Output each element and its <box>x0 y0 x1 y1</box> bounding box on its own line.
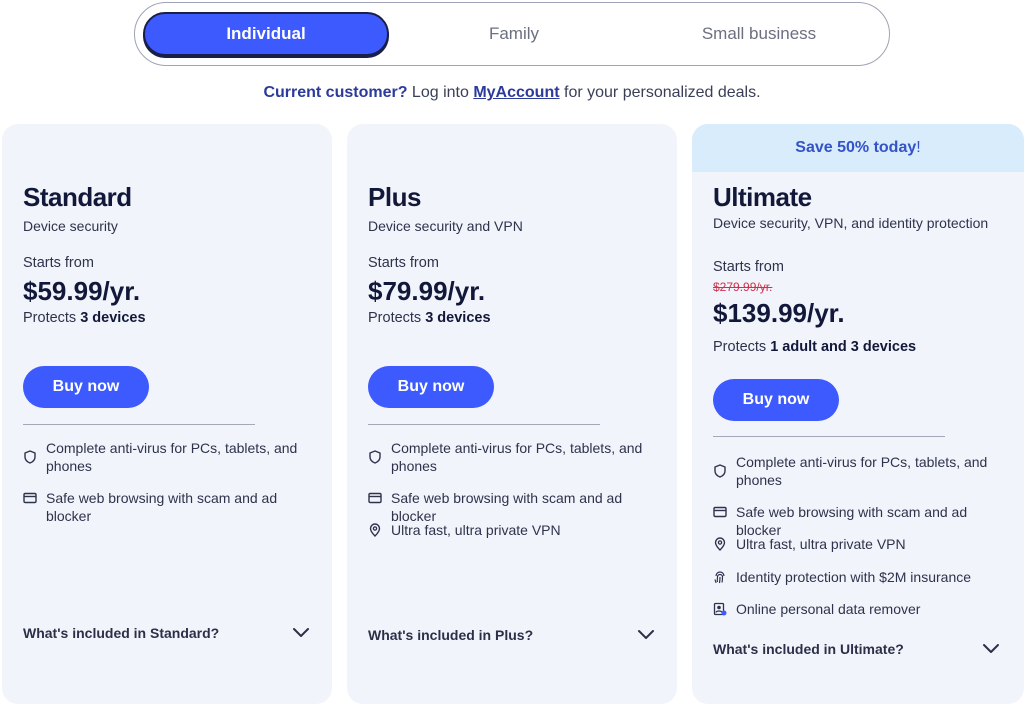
fingerprint-icon <box>714 571 725 584</box>
feature-antivirus: Complete anti-virus for PCs, tablets, an… <box>391 440 643 474</box>
customer-notice: Current customer? Log into MyAccount for… <box>0 84 1024 102</box>
location-pin-icon <box>714 537 726 551</box>
feature-vpn: Ultra fast, ultra private VPN <box>391 522 561 538</box>
shield-icon <box>24 450 36 464</box>
promo-banner: Save 50% today! <box>692 124 1024 172</box>
protects-count: 3 devices <box>425 310 491 326</box>
protects-count: 1 adult and 3 devices <box>770 339 917 355</box>
tab-individual[interactable]: Individual <box>143 12 389 56</box>
plan-description: Device security and VPN <box>368 218 523 234</box>
chevron-down-icon[interactable] <box>292 627 310 639</box>
tab-small-business[interactable]: Small business <box>636 12 882 56</box>
notice-post-link: for your personalized deals. <box>564 84 761 101</box>
feature-safe-browsing: Safe web browsing with scam and ad block… <box>736 504 968 538</box>
protects-prefix: Protects <box>713 339 767 355</box>
notice-lead: Current customer? <box>263 84 408 101</box>
protects-count: 3 devices <box>80 310 146 326</box>
whats-included-toggle[interactable]: What's included in Ultimate? <box>713 641 904 657</box>
plan-price: $139.99/yr. <box>713 298 845 328</box>
plan-price: $59.99/yr. <box>23 276 141 306</box>
protects-text: Protects 1 adult and 3 devices <box>713 339 916 355</box>
plan-description: Device security <box>23 218 118 234</box>
starts-from-label: Starts from <box>23 255 94 271</box>
shield-icon <box>714 464 726 478</box>
divider <box>368 424 600 425</box>
notice-pre-link: Log into <box>411 84 469 101</box>
browser-icon <box>713 506 727 518</box>
divider <box>23 424 255 425</box>
data-remover-icon <box>713 602 727 616</box>
plan-name: Ultimate <box>713 182 812 212</box>
whats-included-toggle[interactable]: What's included in Plus? <box>368 627 533 643</box>
plan-price: $79.99/yr. <box>368 276 486 306</box>
plan-card-ultimate: Save 50% today! Ultimate Device security… <box>692 124 1024 704</box>
plan-type-tabs: Individual Family Small business <box>134 2 890 66</box>
browser-icon <box>368 492 382 504</box>
location-pin-icon <box>369 523 381 537</box>
feature-safe-browsing: Safe web browsing with scam and ad block… <box>46 490 278 524</box>
starts-from-label: Starts from <box>368 255 439 271</box>
feature-data-remover: Online personal data remover <box>736 601 921 617</box>
feature-antivirus: Complete anti-virus for PCs, tablets, an… <box>46 440 298 474</box>
feature-vpn: Ultra fast, ultra private VPN <box>736 536 906 552</box>
feature-identity-protection: Identity protection with $2M insurance <box>736 569 972 585</box>
buy-now-button[interactable]: Buy now <box>713 379 839 421</box>
promo-text: Save 50% today <box>795 139 917 156</box>
plan-card-plus: Plus Device security and VPN Starts from… <box>347 124 677 704</box>
plan-card-standard: Standard Device security Starts from $59… <box>2 124 332 704</box>
protects-text: Protects 3 devices <box>368 310 491 326</box>
chevron-down-icon[interactable] <box>637 629 655 641</box>
original-price: $279.99/yr. <box>713 280 773 294</box>
promo-suffix: ! <box>916 139 921 156</box>
divider <box>713 436 945 437</box>
plan-description: Device security, VPN, and identity prote… <box>713 215 989 231</box>
feature-antivirus: Complete anti-virus for PCs, tablets, an… <box>736 454 988 488</box>
buy-now-button[interactable]: Buy now <box>368 366 494 408</box>
protects-prefix: Protects <box>23 310 77 326</box>
feature-safe-browsing: Safe web browsing with scam and ad block… <box>391 490 623 524</box>
browser-icon <box>23 492 37 504</box>
tab-family[interactable]: Family <box>391 12 637 56</box>
protects-prefix: Protects <box>368 310 422 326</box>
buy-now-button[interactable]: Buy now <box>23 366 149 408</box>
starts-from-label: Starts from <box>713 259 784 275</box>
myaccount-link[interactable]: MyAccount <box>473 84 559 101</box>
chevron-down-icon[interactable] <box>982 643 1000 655</box>
plan-name: Standard <box>23 182 132 212</box>
protects-text: Protects 3 devices <box>23 310 146 326</box>
plan-name: Plus <box>368 182 421 212</box>
shield-icon <box>369 450 381 464</box>
whats-included-toggle[interactable]: What's included in Standard? <box>23 625 219 641</box>
